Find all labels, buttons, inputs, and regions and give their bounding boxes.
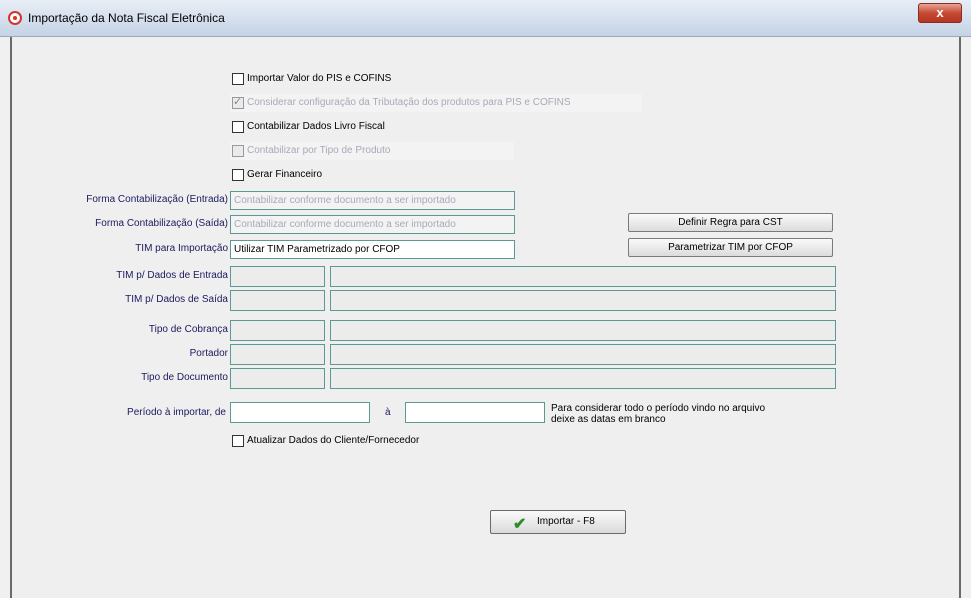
periodo-inicio-field[interactable] xyxy=(230,402,370,423)
periodo-label: Período à importar, de xyxy=(127,407,226,418)
atualizar-cliente-checkbox[interactable] xyxy=(232,435,244,447)
tim-importacao-label: TIM para Importação xyxy=(135,243,228,254)
close-button[interactable]: x xyxy=(918,3,962,23)
gerar-financeiro-label: Gerar Financeiro xyxy=(247,169,323,180)
portador-description-field[interactable] xyxy=(330,344,836,365)
forma-saida-label: Forma Contabilização (Saída) xyxy=(95,218,228,229)
portador-label: Portador xyxy=(189,348,228,359)
contabilizar-tipo-produto-checkbox[interactable] xyxy=(232,145,244,157)
tipo-cobranca-label: Tipo de Cobrança xyxy=(148,324,228,335)
definir-regra-cst-button[interactable]: Definir Regra para CST xyxy=(628,213,833,232)
tipo-cobranca-description-field[interactable] xyxy=(330,320,836,341)
importar-pis-cofins-checkbox[interactable] xyxy=(232,73,244,85)
checkmark-icon: ✔ xyxy=(513,516,527,533)
tim-saida-code-field[interactable] xyxy=(230,290,325,311)
contabilizar-livro-fiscal-label: Contabilizar Dados Livro Fiscal xyxy=(247,121,385,132)
app-icon xyxy=(8,11,22,25)
tipo-documento-label: Tipo de Documento xyxy=(141,372,228,383)
forma-saida-field[interactable]: Contabilizar conforme documento a ser im… xyxy=(230,215,515,234)
gerar-financeiro-checkbox[interactable] xyxy=(232,169,244,181)
tim-saida-label: TIM p/ Dados de Saída xyxy=(125,294,228,305)
importar-button[interactable]: ✔ Importar - F8 xyxy=(490,510,626,534)
considerar-tributacao-checkbox[interactable] xyxy=(232,95,244,109)
tipo-documento-code-field[interactable] xyxy=(230,368,325,389)
tim-importacao-select[interactable]: Utilizar TIM Parametrizado por CFOP xyxy=(230,240,515,259)
title-bar: Importação da Nota Fiscal Eletrônica x xyxy=(0,0,971,37)
atualizar-cliente-label: Atualizar Dados do Cliente/Fornecedor xyxy=(247,435,420,446)
contabilizar-tipo-produto-label: Contabilizar por Tipo de Produto xyxy=(247,145,391,156)
tipo-documento-description-field[interactable] xyxy=(330,368,836,389)
periodo-ate-label: à xyxy=(385,407,391,418)
tim-saida-description-field[interactable] xyxy=(330,290,836,311)
considerar-tributacao-label: Considerar configuração da Tributação do… xyxy=(247,97,571,108)
forma-entrada-label: Forma Contabilização (Entrada) xyxy=(86,194,228,205)
tipo-cobranca-code-field[interactable] xyxy=(230,320,325,341)
importar-button-label: Importar - F8 xyxy=(537,516,595,527)
parametrizar-tim-button[interactable]: Parametrizar TIM por CFOP xyxy=(628,238,833,257)
periodo-note-line-1: Para considerar todo o período vindo no … xyxy=(551,403,766,414)
periodo-note: Para considerar todo o período vindo no … xyxy=(551,403,765,425)
periodo-note-line-2: deixe as datas em branco xyxy=(551,414,666,425)
tim-entrada-label: TIM p/ Dados de Entrada xyxy=(116,270,228,281)
tim-entrada-description-field[interactable] xyxy=(330,266,836,287)
dialog-body xyxy=(10,37,961,598)
portador-code-field[interactable] xyxy=(230,344,325,365)
window-title: Importação da Nota Fiscal Eletrônica xyxy=(28,11,225,25)
tim-entrada-code-field[interactable] xyxy=(230,266,325,287)
importar-pis-cofins-label: Importar Valor do PIS e COFINS xyxy=(247,73,392,84)
contabilizar-livro-fiscal-checkbox[interactable] xyxy=(232,121,244,133)
periodo-fim-field[interactable] xyxy=(405,402,545,423)
forma-entrada-field[interactable]: Contabilizar conforme documento a ser im… xyxy=(230,191,515,210)
